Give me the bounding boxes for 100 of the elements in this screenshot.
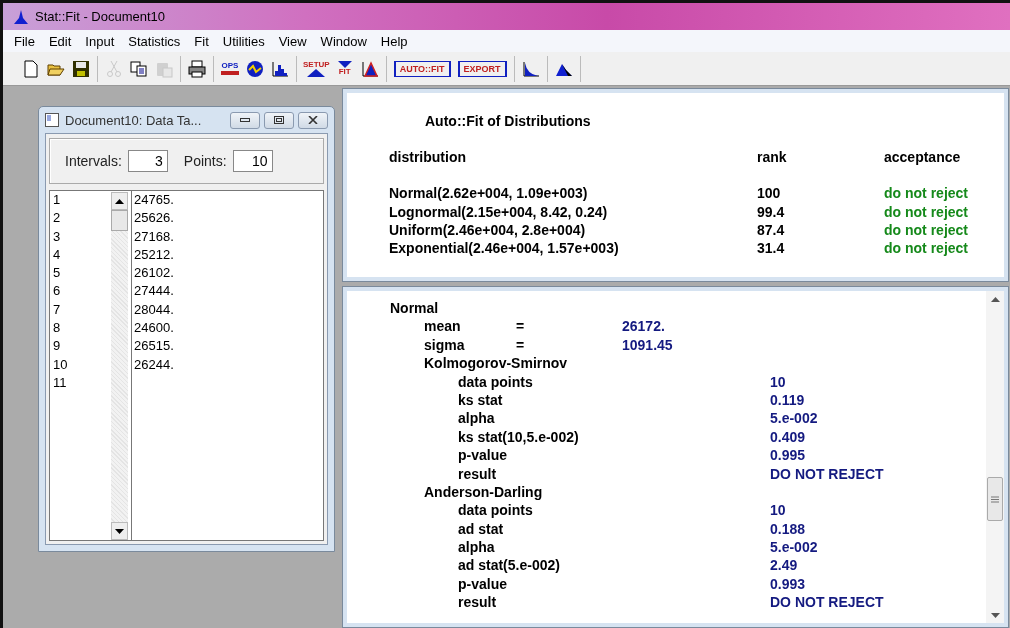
row-number: 7 <box>53 300 62 319</box>
window-title: Stat::Fit - Document10 <box>35 9 166 24</box>
data-value[interactable]: 24600. <box>134 319 323 338</box>
data-value[interactable]: 26515. <box>134 337 323 356</box>
row-number: 9 <box>53 337 62 356</box>
row-number: 6 <box>53 282 62 301</box>
column-header: distribution <box>389 148 467 167</box>
menu-item[interactable]: Edit <box>41 33 79 49</box>
data-value[interactable]: 25212. <box>134 245 323 265</box>
scrollbar[interactable] <box>111 192 128 540</box>
data-value[interactable]: 24765. <box>134 191 323 210</box>
bar-icon <box>221 69 239 76</box>
acceptance-cell-text: do not reject <box>884 184 969 203</box>
menu-item[interactable]: Statistics <box>121 33 188 49</box>
statistic-value: 10 <box>770 501 786 520</box>
statistic-value: 5.e-002 <box>770 538 818 557</box>
distribution-cell-text: Exponential(2.46e+004, 1.57e+003) <box>389 239 620 258</box>
row-number: 1 <box>53 191 62 209</box>
statistic-value: DO NOT REJECT <box>770 464 884 483</box>
scissors-icon <box>105 59 123 78</box>
statistic-value: 0.119 <box>770 390 805 410</box>
statistic-label: data points <box>458 501 533 520</box>
menu-item[interactable]: Input <box>78 33 122 49</box>
statistic-label: mean <box>424 317 462 336</box>
column-header: rank <box>757 148 788 167</box>
data-value[interactable]: 27444. <box>134 282 323 301</box>
copy-icon <box>130 59 148 78</box>
statistic-value: 1091.45 <box>622 335 673 355</box>
statistic-label: result <box>458 464 497 483</box>
statistic-value: 2.49 <box>770 556 798 575</box>
minimize-button[interactable] <box>230 111 260 129</box>
triangle-chart-icon <box>360 59 379 78</box>
row-number: 3 <box>53 227 62 246</box>
equals-sign: = <box>516 335 525 355</box>
statistic-label: ks stat(10,5.e-002) <box>458 427 579 447</box>
menu-item[interactable]: Utilities <box>215 33 272 49</box>
caret-down-icon <box>990 612 1000 618</box>
triangle-icon <box>307 68 326 77</box>
acceptance-cell-text: do not reject <box>884 239 969 258</box>
statistic-value: 26172. <box>622 317 665 336</box>
document-icon <box>45 113 59 127</box>
rank-cell-text: 31.4 <box>757 239 786 258</box>
toolbar-button[interactable]: OPS <box>219 56 241 81</box>
distribution-cell-text: Uniform(2.46e+004, 2.8e+004) <box>389 220 587 240</box>
menu-item[interactable]: Fit <box>187 33 216 49</box>
row-number: 2 <box>53 209 62 228</box>
statistic-label: p-value <box>458 446 507 465</box>
row-number: 10 <box>53 355 69 374</box>
column-header: acceptance <box>884 148 962 167</box>
decay-curve-icon <box>521 59 540 78</box>
minimize-icon <box>240 117 250 123</box>
statistic-label: alpha <box>458 409 495 428</box>
data-value[interactable]: 28044. <box>134 300 323 320</box>
statistic-value: 0.188 <box>770 519 806 539</box>
menu-item[interactable]: Help <box>373 33 415 49</box>
panel-title: Auto::Fit of Distributions <box>424 113 592 129</box>
menu-item[interactable]: Window <box>313 33 374 49</box>
histogram-icon <box>271 59 289 78</box>
distribution-cell-text: Lognormal(2.15e+004, 8.42, 0.24) <box>389 202 609 221</box>
menu-item[interactable]: File <box>7 33 42 49</box>
equals-sign: = <box>516 317 525 336</box>
caret-up-icon <box>115 198 124 204</box>
close-icon <box>308 116 318 124</box>
toolbar-button[interactable]: SETUP <box>302 56 331 81</box>
data-value[interactable]: 26102. <box>134 264 323 283</box>
data-value[interactable]: 27168. <box>134 227 323 246</box>
restore-button[interactable] <box>264 111 294 129</box>
statistic-value: DO NOT REJECT <box>770 593 884 612</box>
rank-cell-text: 99.4 <box>757 202 786 221</box>
close-button[interactable] <box>298 111 328 129</box>
intervals-field[interactable]: 3 <box>127 150 168 172</box>
document-icon <box>22 59 40 78</box>
row-number: 4 <box>53 245 62 264</box>
restore-icon <box>274 116 284 124</box>
scroll-thumb[interactable] <box>111 210 128 231</box>
statistic-label: p-value <box>458 574 507 594</box>
statistic-label: data points <box>458 372 533 391</box>
menu-item[interactable]: View <box>271 33 314 49</box>
toolbar-button[interactable]: AUTO::FIT <box>393 60 451 77</box>
statistic-label: Normal <box>390 299 439 318</box>
statistic-value: 10 <box>770 372 786 391</box>
acceptance-cell-text: do not reject <box>884 202 969 221</box>
toolbar-button[interactable]: FIT <box>333 56 356 81</box>
caret-up-icon <box>990 296 1000 302</box>
intervals-label: Intervals: <box>65 153 122 169</box>
scrollbar[interactable] <box>986 291 1004 623</box>
statistic-label: result <box>458 593 497 612</box>
data-value[interactable]: 25626. <box>134 209 323 228</box>
wave-icon <box>246 59 264 78</box>
window-title: Document10: Data Ta... <box>65 112 203 128</box>
grip-icon <box>991 495 999 503</box>
toolbar-button[interactable]: EXPORT <box>457 60 507 77</box>
points-field[interactable]: 10 <box>232 150 273 172</box>
statistic-label: Kolmogorov-Smirnov <box>424 354 568 373</box>
distribution-cell-text: Normal(2.62e+004, 1.09e+003) <box>389 184 589 203</box>
acceptance-cell-text: do not reject <box>884 220 969 240</box>
printer-icon <box>188 59 206 78</box>
statistic-label: ad stat(5.e-002) <box>458 556 560 575</box>
data-value[interactable]: 26244. <box>134 355 323 374</box>
row-number: 11 <box>53 373 68 392</box>
